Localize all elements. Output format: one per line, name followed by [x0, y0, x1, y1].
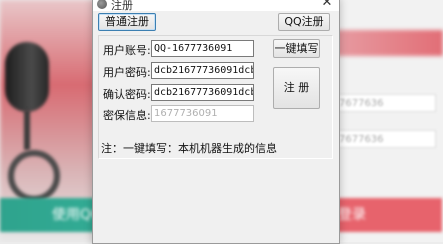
account-label: 用户账号:: [103, 44, 151, 57]
app-icon: [97, 0, 107, 9]
security-info-label: 密保信息:: [103, 109, 151, 122]
background-accent-strip: [330, 30, 443, 56]
security-info-field[interactable]: 1677736091: [151, 105, 254, 122]
confirm-password-label: 确认密码:: [103, 88, 151, 101]
autofill-note: 注：一键填写：本机机器生成的信息: [101, 142, 277, 155]
tab-qq-register[interactable]: QQ注册: [278, 13, 330, 31]
account-field[interactable]: QQ-1677736091: [151, 40, 254, 57]
password-field[interactable]: dcb21677736091dcb2: [151, 62, 254, 79]
confirm-password-field[interactable]: dcb21677736091dcb2: [151, 84, 254, 101]
register-dialog: 注册 ✕ 普通注册 QQ注册 用户账号: QQ-1677736091 用户密码:…: [92, 0, 340, 244]
background-field-1: 7677636: [332, 94, 436, 112]
microphone-stand: [24, 110, 30, 150]
password-label: 用户密码:: [103, 66, 151, 79]
title-bar[interactable]: 注册 ✕: [93, 0, 339, 12]
register-button[interactable]: 注 册: [273, 67, 320, 109]
microphone-base: [8, 150, 60, 202]
close-button[interactable]: ✕: [319, 0, 335, 10]
form-panel: 用户账号: QQ-1677736091 用户密码: dcb21677736091…: [98, 35, 333, 159]
tab-normal-register[interactable]: 普通注册: [98, 13, 156, 31]
background-field-2: 7677636: [332, 130, 436, 148]
autofill-button[interactable]: 一键填写: [273, 39, 320, 58]
microphone-image: [5, 42, 49, 112]
window-title: 注册: [111, 0, 133, 12]
